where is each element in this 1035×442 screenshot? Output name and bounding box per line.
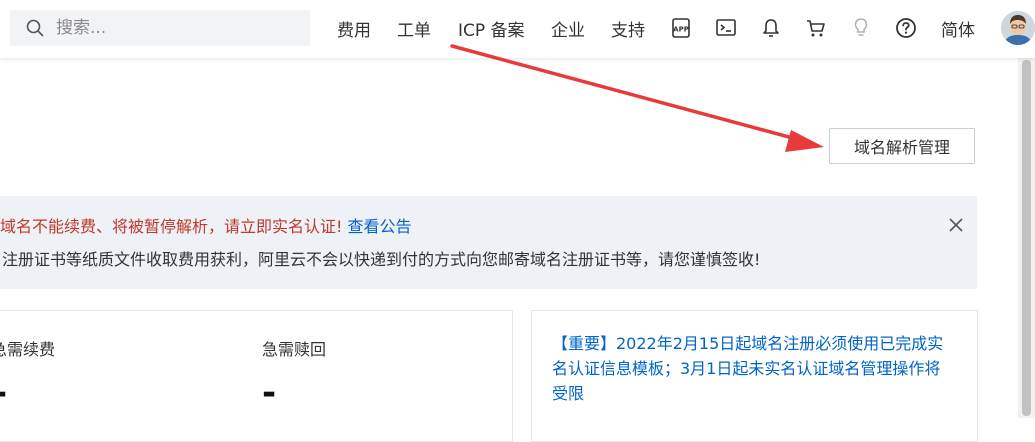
avatar-image: [1001, 11, 1035, 45]
search-box[interactable]: [10, 10, 310, 46]
domain-stats-card: 急需续费 - 急需赎回 -: [0, 310, 513, 442]
svg-text:APP: APP: [673, 26, 689, 34]
view-announcement-link[interactable]: 查看公告: [348, 217, 412, 236]
avatar[interactable]: [1001, 11, 1035, 45]
nav-fees[interactable]: 费用: [337, 16, 371, 41]
alert-banner: 域名不能续费、将被暂停解析，请立即实名认证! 查看公告 注册证书等纸质文件收取费…: [0, 196, 977, 289]
nav-icp[interactable]: ICP 备案: [458, 16, 525, 41]
notice-link[interactable]: 【重要】2022年2月15日起域名注册必须使用已完成实名认证信息模板；3月1日起…: [552, 331, 952, 406]
nav-enterprise[interactable]: 企业: [551, 16, 585, 41]
nav-ticket[interactable]: 工单: [397, 16, 431, 41]
bell-icon[interactable]: [760, 17, 782, 39]
nav-support[interactable]: 支持: [611, 16, 645, 41]
search-input[interactable]: [54, 17, 288, 39]
close-icon[interactable]: [947, 216, 965, 234]
lightbulb-icon[interactable]: [850, 17, 872, 39]
search-icon: [26, 19, 44, 37]
app-icon[interactable]: APP: [670, 17, 692, 39]
stat-value-renew[interactable]: -: [0, 373, 7, 413]
stat-label-redeem: 急需赎回: [262, 340, 327, 359]
scrollbar[interactable]: [1018, 58, 1035, 418]
cart-icon[interactable]: [805, 17, 827, 39]
top-bar: 费用 工单 ICP 备案 企业 支持 APP 简体: [0, 0, 1035, 58]
stat-value-redeem[interactable]: -: [262, 373, 276, 413]
help-icon[interactable]: [895, 17, 917, 39]
main-content: 域名解析管理 域名不能续费、将被暂停解析，请立即实名认证! 查看公告 注册证书等…: [0, 58, 1035, 442]
alert-line-1: 域名不能续费、将被暂停解析，请立即实名认证! 查看公告: [0, 213, 412, 237]
nav-language[interactable]: 简体: [941, 16, 975, 41]
dns-management-button[interactable]: 域名解析管理: [829, 128, 975, 164]
terminal-icon[interactable]: [715, 17, 737, 39]
stat-label-renew: 急需续费: [0, 340, 56, 359]
alert-line-2: 注册证书等纸质文件收取费用获利，阿里云不会以快递到付的方式向您邮寄域名注册证书等…: [2, 250, 761, 269]
notice-card: 【重要】2022年2月15日起域名注册必须使用已完成实名认证信息模板；3月1日起…: [531, 310, 978, 442]
scrollbar-thumb[interactable]: [1022, 60, 1031, 416]
alert-warning-text: 域名不能续费、将被暂停解析，请立即实名认证!: [0, 217, 343, 236]
